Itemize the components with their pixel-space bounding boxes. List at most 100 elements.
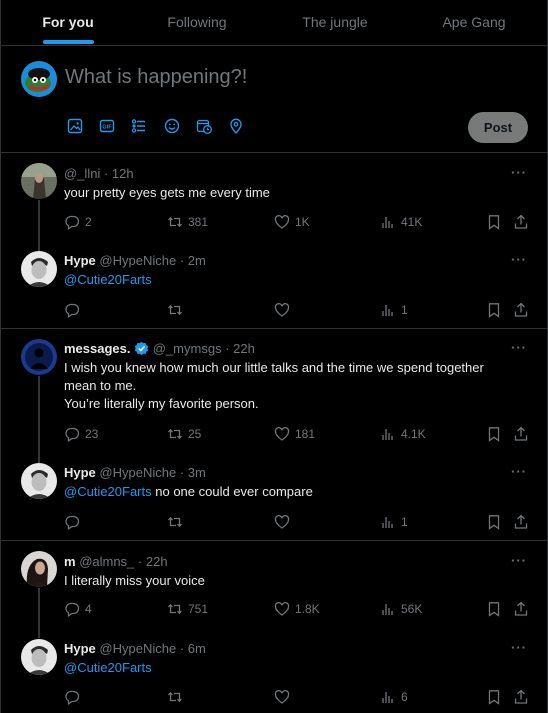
location-icon[interactable]: [228, 118, 244, 134]
bookmark-icon[interactable]: [486, 514, 502, 530]
view-count: 6: [401, 690, 408, 704]
retweet-button[interactable]: 751: [167, 600, 208, 618]
heart-icon: [274, 690, 290, 704]
user-handle[interactable]: @HypeNiche: [99, 641, 176, 656]
views-button[interactable]: 1: [380, 301, 408, 319]
like-button[interactable]: 1K: [274, 213, 310, 231]
tweet[interactable]: m @almns_ · 22h ··· I literally miss you…: [1, 541, 548, 629]
reply-button[interactable]: [64, 513, 80, 531]
bookmark-icon[interactable]: [486, 689, 502, 705]
timestamp[interactable]: · 12h: [104, 166, 134, 181]
post-button[interactable]: Post: [468, 112, 528, 143]
view-count: 1: [401, 303, 408, 317]
reply-button[interactable]: 23: [64, 425, 98, 443]
reply-count: 4: [85, 602, 92, 616]
heart-icon: [274, 215, 290, 229]
tweet[interactable]: Hype @HypeNiche · 2m ··· @Cutie20Farts 1: [1, 241, 548, 329]
tweet[interactable]: Hype @HypeNiche · 3m ··· @Cutie20Farts n…: [1, 453, 548, 541]
user-handle[interactable]: @HypeNiche: [99, 465, 176, 480]
tweet[interactable]: messages. @_mymsgs · 22h ··· I wish you …: [1, 329, 548, 453]
more-options-icon[interactable]: ···: [511, 553, 527, 568]
reply-button[interactable]: 4: [64, 600, 92, 618]
tweet[interactable]: Hype @HypeNiche · 6m ··· @Cutie20Farts 6: [1, 629, 548, 713]
avatar[interactable]: [21, 463, 57, 499]
share-icon[interactable]: [513, 214, 529, 230]
tweet-text-body: no one could ever compare: [155, 484, 313, 499]
share-icon[interactable]: [513, 514, 529, 530]
avatar[interactable]: [21, 251, 57, 287]
like-button[interactable]: [274, 513, 290, 531]
share-icon[interactable]: [513, 689, 529, 705]
display-name[interactable]: Hype: [64, 465, 96, 480]
retweet-button[interactable]: [167, 301, 183, 319]
poll-icon[interactable]: [131, 118, 147, 134]
more-options-icon[interactable]: ···: [511, 165, 527, 180]
avatar[interactable]: [21, 163, 57, 199]
image-icon[interactable]: [67, 118, 83, 134]
reply-button[interactable]: [64, 301, 80, 319]
tweet-header: Hype @HypeNiche · 2m: [64, 253, 206, 268]
conversation-thread: messages. @_mymsgs · 22h ··· I wish you …: [1, 329, 548, 541]
more-options-icon[interactable]: ···: [511, 640, 527, 655]
avatar[interactable]: [21, 339, 57, 375]
reply-button[interactable]: [64, 688, 80, 706]
avatar[interactable]: [21, 61, 57, 97]
reply-button[interactable]: 2: [64, 213, 92, 231]
schedule-icon[interactable]: [196, 118, 212, 134]
views-button[interactable]: 56K: [380, 600, 422, 618]
heart-icon: [274, 515, 290, 529]
retweet-button[interactable]: [167, 688, 183, 706]
like-button[interactable]: [274, 688, 290, 706]
like-button[interactable]: 181: [274, 425, 315, 443]
reply-icon: [65, 303, 80, 318]
share-icon[interactable]: [513, 302, 529, 318]
retweet-button[interactable]: [167, 513, 183, 531]
bookmark-icon[interactable]: [486, 302, 502, 318]
tab-following[interactable]: Following: [135, 0, 259, 46]
user-handle[interactable]: @_llni: [64, 166, 100, 181]
retweet-button[interactable]: 381: [167, 213, 208, 231]
timestamp[interactable]: · 2m: [180, 253, 206, 268]
retweet-button[interactable]: 25: [167, 425, 201, 443]
tab-the-jungle[interactable]: The jungle: [259, 0, 411, 46]
like-button[interactable]: 1.8K: [274, 600, 320, 618]
compose-input[interactable]: What is happening?!: [65, 66, 247, 89]
bookmark-icon[interactable]: [486, 426, 502, 442]
reply-icon: [65, 215, 80, 230]
views-button[interactable]: 41K: [380, 213, 422, 231]
like-button[interactable]: [274, 301, 290, 319]
display-name[interactable]: messages.: [64, 341, 131, 356]
timestamp[interactable]: · 3m: [180, 465, 206, 480]
display-name[interactable]: Hype: [64, 253, 96, 268]
timestamp[interactable]: · 22h: [225, 341, 255, 356]
tab-ape-gang[interactable]: Ape Gang: [411, 0, 537, 46]
display-name[interactable]: Hype: [64, 641, 96, 656]
mention-link[interactable]: @Cutie20Farts: [64, 660, 152, 675]
emoji-icon[interactable]: [164, 118, 180, 134]
mention-link[interactable]: @Cutie20Farts: [64, 272, 152, 287]
avatar[interactable]: [21, 551, 57, 587]
mention-link[interactable]: @Cutie20Farts: [64, 484, 152, 499]
tweet[interactable]: @_llni · 12h ··· your pretty eyes gets m…: [1, 153, 548, 241]
timestamp[interactable]: · 6m: [180, 641, 206, 656]
user-handle[interactable]: @almns_: [79, 554, 134, 569]
bookmark-icon[interactable]: [486, 214, 502, 230]
avatar[interactable]: [21, 639, 57, 675]
share-icon[interactable]: [513, 426, 529, 442]
display-name[interactable]: m: [64, 554, 76, 569]
conversation-thread: m @almns_ · 22h ··· I literally miss you…: [1, 541, 548, 713]
more-options-icon[interactable]: ···: [511, 464, 527, 479]
tweet-actions: 4 751 1.8K 56K: [64, 600, 534, 618]
timestamp[interactable]: · 22h: [138, 554, 168, 569]
verified-badge-icon: [134, 341, 149, 356]
bookmark-icon[interactable]: [486, 601, 502, 617]
views-button[interactable]: 6: [380, 688, 408, 706]
user-handle[interactable]: @HypeNiche: [99, 253, 176, 268]
share-icon[interactable]: [513, 601, 529, 617]
views-button[interactable]: 4.1K: [380, 425, 426, 443]
views-button[interactable]: 1: [380, 513, 408, 531]
user-handle[interactable]: @_mymsgs: [153, 341, 222, 356]
more-options-icon[interactable]: ···: [511, 340, 527, 355]
more-options-icon[interactable]: ···: [511, 252, 527, 267]
gif-icon[interactable]: GIF: [99, 118, 115, 134]
